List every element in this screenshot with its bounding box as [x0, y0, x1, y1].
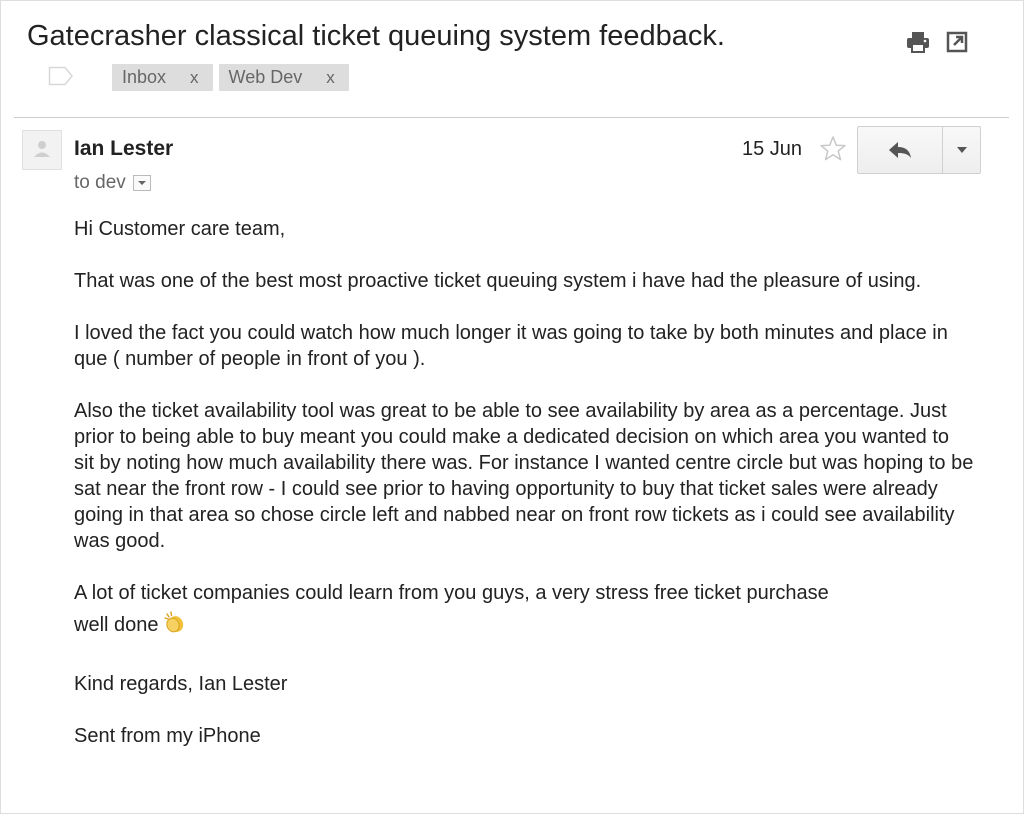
sender-name[interactable]: Ian Lester [74, 137, 173, 161]
dropdown-arrow-icon [956, 147, 967, 153]
reply-icon [889, 142, 911, 158]
star-icon[interactable] [819, 135, 847, 163]
recipient-text: to dev [74, 172, 126, 193]
chevron-down-icon [137, 181, 146, 185]
remove-label-button[interactable]: x [190, 68, 199, 88]
label-list: Inbox x Web Dev x [112, 64, 349, 91]
show-details-button[interactable] [132, 175, 151, 191]
label-chip-web-dev[interactable]: Web Dev x [218, 64, 349, 91]
label-chip-name: Web Dev [228, 67, 303, 87]
person-icon [34, 141, 50, 157]
body-paragraph: That was one of the best most proactive … [74, 270, 922, 292]
body-greeting: Hi Customer care team, [74, 218, 286, 240]
body-signature: Sent from my iPhone [74, 725, 261, 747]
subject-actions [904, 30, 973, 54]
reply-button[interactable] [858, 127, 943, 173]
new-window-icon[interactable] [945, 30, 973, 54]
body-line-well-done: well done [74, 610, 974, 641]
body-paragraph: Also the ticket availability tool was gr… [74, 400, 974, 552]
body-closing: Kind regards, Ian Lester [74, 673, 288, 695]
email-body: Hi Customer care team, That was one of t… [74, 216, 974, 775]
remove-label-button[interactable]: x [326, 68, 335, 88]
more-actions-button[interactable] [943, 127, 980, 173]
body-text: well done [74, 614, 159, 636]
label-icon[interactable] [48, 66, 74, 86]
sender-avatar[interactable] [22, 130, 62, 170]
header-divider [14, 117, 1009, 118]
email-subject: Gatecrasher classical ticket queuing sys… [27, 20, 725, 52]
clapping-hands-emoji [163, 610, 187, 641]
recipient-line: to dev [74, 172, 151, 194]
email-date: 15 Jun [742, 138, 803, 160]
reply-button-group [857, 126, 981, 174]
label-chip-name: Inbox [122, 67, 167, 87]
body-paragraph: A lot of ticket companies could learn fr… [74, 582, 829, 604]
body-paragraph: I loved the fact you could watch how muc… [74, 322, 948, 370]
label-chip-inbox[interactable]: Inbox x [112, 64, 213, 91]
print-icon[interactable] [904, 30, 932, 54]
